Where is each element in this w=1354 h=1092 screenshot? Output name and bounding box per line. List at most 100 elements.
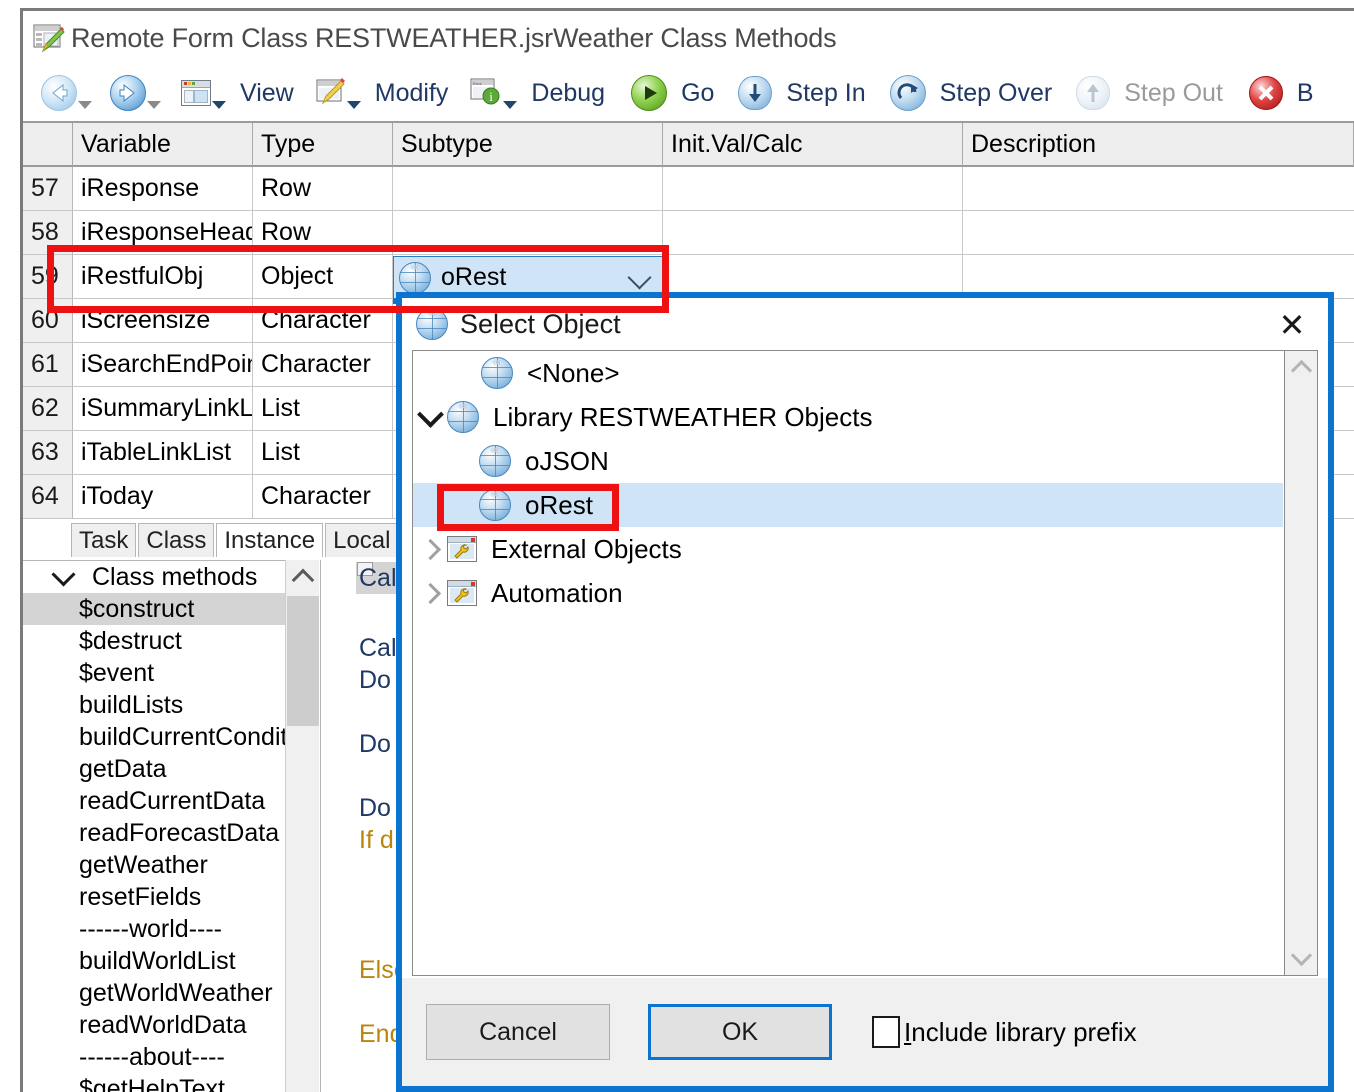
ok-button[interactable]: OK (648, 1004, 832, 1060)
row-type[interactable]: List (253, 431, 393, 475)
tab-instance[interactable]: Instance (216, 523, 324, 557)
grid-header-initval[interactable]: Init.Val/Calc (663, 123, 963, 167)
row-variable[interactable]: iToday (73, 475, 253, 519)
row-type[interactable]: List (253, 387, 393, 431)
row-variable[interactable]: iResponse (73, 167, 253, 211)
toolbar-modify-button[interactable]: Modify (316, 65, 448, 121)
list-item[interactable]: getData (23, 753, 319, 785)
toolbar-view-button[interactable]: View (181, 65, 294, 121)
tab-local[interactable]: Local (325, 523, 399, 557)
forward-dropdown-caret-icon[interactable] (147, 101, 161, 109)
tree-item-external-objects[interactable]: External Objects (413, 527, 1283, 571)
chevron-right-icon[interactable] (413, 582, 447, 604)
list-item[interactable]: $construct (23, 593, 319, 625)
toolbar-forward-button[interactable] (110, 65, 161, 121)
chevron-down-icon[interactable] (51, 561, 76, 587)
chevron-down-icon[interactable] (1285, 941, 1317, 975)
row-variable[interactable]: iSearchEndPoint (73, 343, 253, 387)
chevron-down-icon[interactable] (413, 400, 447, 428)
close-icon[interactable]: ✕ (1272, 308, 1312, 342)
object-globe-icon: obj (481, 357, 513, 389)
view-dropdown-caret-icon[interactable] (212, 101, 226, 109)
code-line: Cal (359, 564, 397, 592)
tree-item-none[interactable]: obj <None> (413, 351, 1283, 395)
table-row[interactable]: 58 iResponseHeade Row (23, 211, 1354, 255)
list-item[interactable]: buildLists (23, 689, 319, 721)
list-item[interactable]: $getHelpText (23, 1073, 319, 1092)
row-type[interactable]: Character (253, 299, 393, 343)
list-item[interactable]: getWorldWeather (23, 977, 319, 1009)
back-dropdown-caret-icon[interactable] (78, 101, 92, 109)
row-initval[interactable] (663, 167, 963, 211)
row-variable[interactable]: iTableLinkList (73, 431, 253, 475)
row-initval[interactable] (663, 211, 963, 255)
row-description[interactable] (963, 211, 1354, 255)
dialog-tree-scrollbar[interactable] (1284, 351, 1317, 975)
row-variable[interactable]: iRestfulObj (73, 255, 253, 299)
methods-scrollbar[interactable] (285, 560, 319, 1092)
tab-class[interactable]: Class (138, 523, 215, 557)
row-subtype[interactable] (393, 167, 663, 211)
list-item[interactable]: resetFields (23, 881, 319, 913)
list-item[interactable]: readCurrentData (23, 785, 319, 817)
row-subtype[interactable] (393, 211, 663, 255)
toolbar-step-in-button[interactable]: Step In (738, 65, 866, 121)
list-item[interactable]: $destruct (23, 625, 319, 657)
list-item[interactable]: buildCurrentCondit (23, 721, 319, 753)
list-item[interactable]: buildWorldList (23, 945, 319, 977)
grid-header-type[interactable]: Type (253, 123, 393, 167)
list-item[interactable]: ------world---- (23, 913, 319, 945)
list-item[interactable]: readWorldData (23, 1009, 319, 1041)
grid-header-variable[interactable]: Variable (73, 123, 253, 167)
tree-item-automation[interactable]: Automation (413, 571, 1283, 615)
row-type[interactable]: Row (253, 167, 393, 211)
grid-header-description[interactable]: Description (963, 123, 1354, 167)
object-globe-icon: obj (399, 261, 431, 294)
row-type[interactable]: Character (253, 475, 393, 519)
toolbar-debug-button[interactable]: Error i Debug (470, 65, 605, 121)
table-row[interactable]: 57 iResponse Row (23, 167, 1354, 211)
row-type[interactable]: Character (253, 343, 393, 387)
toolbar-back-button[interactable] (41, 65, 92, 121)
tree-item-library-restweather-objects[interactable]: obj Library RESTWEATHER Objects (413, 395, 1283, 439)
toolbar-breakpoint-button[interactable]: B (1248, 65, 1314, 121)
include-library-prefix-checkbox-wrap[interactable]: Include library prefix (872, 1016, 1137, 1048)
window-titlebar: Remote Form Class RESTWEATHER.jsrWeather… (23, 11, 1354, 65)
row-variable[interactable]: iResponseHeade (73, 211, 253, 255)
toolbar-step-over-button[interactable]: Step Over (889, 65, 1052, 121)
methods-scrollbar-thumb[interactable] (287, 596, 319, 726)
tree-item-ojson[interactable]: obj oJSON (413, 439, 1283, 483)
dialog-footer: Cancel OK Include library prefix (402, 978, 1328, 1086)
tree-item-orest[interactable]: obj oRest (413, 483, 1283, 527)
form-pencil-icon (33, 23, 65, 53)
debug-dropdown-caret-icon[interactable] (503, 101, 518, 109)
breakpoint-stop-icon (1248, 76, 1283, 110)
chevron-right-icon[interactable] (413, 538, 447, 560)
chevron-down-icon[interactable] (627, 265, 652, 290)
row-type[interactable]: Object (253, 255, 393, 299)
grid-header-rownum (23, 123, 73, 167)
row-variable[interactable]: iSummaryLinkLis (73, 387, 253, 431)
object-globe-icon: obj (479, 445, 511, 477)
wrench-window-icon (447, 536, 477, 562)
row-description[interactable] (963, 167, 1354, 211)
grid-header-subtype[interactable]: Subtype (393, 123, 663, 167)
toolbar-go-button[interactable]: Go (631, 65, 714, 121)
chevron-up-icon[interactable] (1285, 351, 1317, 385)
list-item[interactable]: $event (23, 657, 319, 689)
list-item[interactable]: ------about---- (23, 1041, 319, 1073)
list-item[interactable]: readForecastData (23, 817, 319, 849)
object-tree: obj <None> obj Library RESTWEATHER Objec… (413, 351, 1283, 975)
class-methods-header[interactable]: Class methods (23, 561, 319, 593)
include-library-prefix-checkbox[interactable] (872, 1016, 900, 1048)
variable-scope-tabs: Task Class Instance Local Pa (71, 521, 446, 557)
class-methods-header-label: Class methods (92, 562, 258, 591)
chevron-up-icon[interactable] (286, 560, 319, 594)
object-globe-icon: obj (447, 401, 479, 433)
tab-task[interactable]: Task (71, 523, 137, 557)
list-item[interactable]: getWeather (23, 849, 319, 881)
row-variable[interactable]: iScreensize (73, 299, 253, 343)
row-type[interactable]: Row (253, 211, 393, 255)
modify-dropdown-caret-icon[interactable] (346, 101, 361, 109)
cancel-button[interactable]: Cancel (426, 1004, 610, 1060)
